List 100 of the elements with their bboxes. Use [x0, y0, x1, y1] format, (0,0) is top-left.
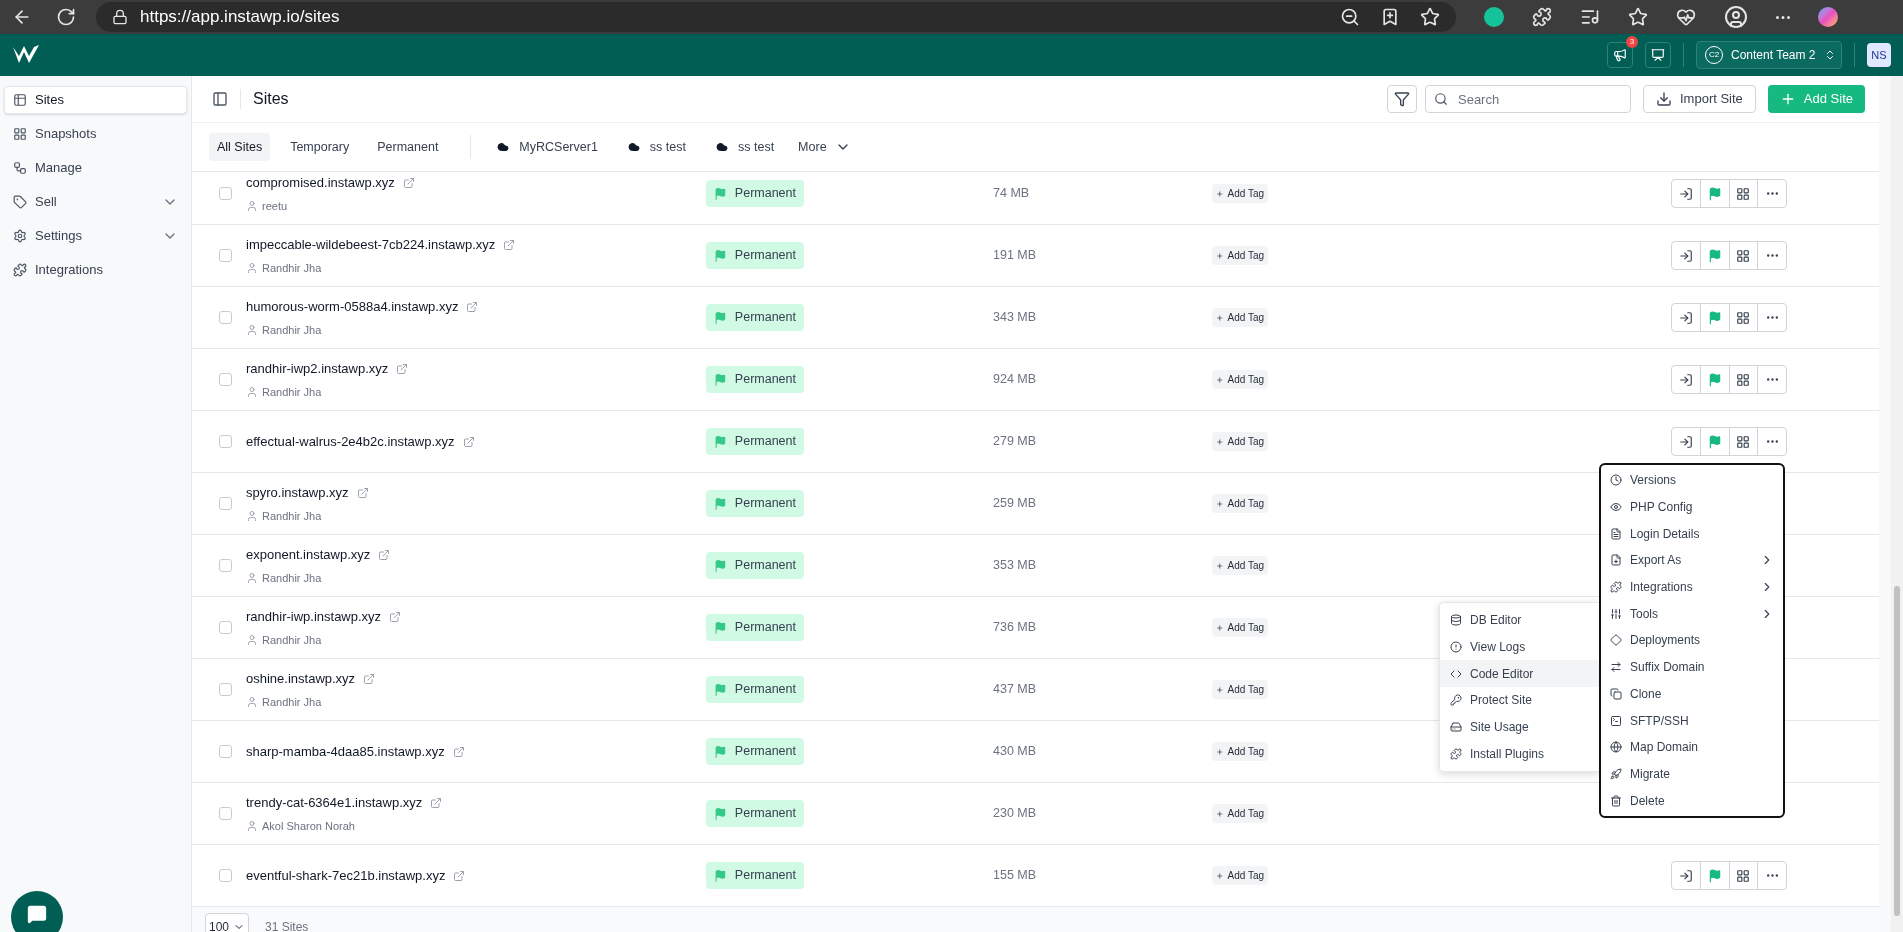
menu-item[interactable]: Login Details: [1601, 520, 1783, 548]
external-link-icon[interactable]: [462, 435, 475, 448]
add-tag-button[interactable]: Add Tag: [1212, 308, 1268, 327]
menu-item[interactable]: Deployments: [1601, 627, 1783, 654]
puzzle-icon[interactable]: [1532, 7, 1552, 27]
filter-tab[interactable]: Permanent: [369, 133, 447, 161]
submenu-item[interactable]: Code Editor: [1440, 660, 1600, 688]
submenu-item[interactable]: Site Usage: [1440, 713, 1600, 741]
row-checkbox[interactable]: [219, 621, 232, 634]
submenu-item[interactable]: Protect Site: [1440, 687, 1600, 714]
add-tag-button[interactable]: Add Tag: [1212, 370, 1268, 389]
playlist-icon[interactable]: [1580, 7, 1600, 27]
submenu-item[interactable]: Install Plugins: [1440, 740, 1600, 768]
site-link[interactable]: sharp-mamba-4daa85.instawp.xyz: [246, 741, 445, 762]
site-link[interactable]: oshine.instawp.xyz: [246, 669, 356, 689]
filter-tab[interactable]: All Sites: [209, 133, 271, 161]
submenu-item[interactable]: View Logs: [1440, 633, 1600, 661]
sidebar-item[interactable]: Snapshots: [4, 120, 187, 148]
add-tag-button[interactable]: Add Tag: [1212, 246, 1268, 265]
add-tag-button[interactable]: Add Tag: [1212, 804, 1268, 823]
external-link-icon[interactable]: [453, 869, 466, 882]
filter-tab[interactable]: ss test: [706, 133, 783, 161]
row-checkbox[interactable]: [219, 435, 232, 448]
external-link-icon[interactable]: [378, 548, 391, 561]
menu-item[interactable]: Suffix Domain: [1601, 653, 1783, 681]
row-checkbox[interactable]: [219, 311, 232, 324]
row-checkbox[interactable]: [219, 683, 232, 696]
row-checkbox[interactable]: [219, 869, 232, 882]
assistant-icon[interactable]: [1818, 7, 1838, 27]
user-avatar[interactable]: NS: [1867, 43, 1891, 67]
row-checkbox[interactable]: [219, 559, 232, 572]
site-link[interactable]: humorous-worm-0588a4.instawp.xyz: [246, 297, 459, 317]
add-tag-button[interactable]: Add Tag: [1212, 556, 1268, 575]
external-link-icon[interactable]: [396, 362, 409, 375]
submenu-item[interactable]: DB Editor: [1440, 607, 1600, 634]
external-link-icon[interactable]: [356, 486, 369, 499]
site-link[interactable]: exponent.instawp.xyz: [246, 545, 371, 565]
filter-tab[interactable]: Temporary: [282, 133, 358, 161]
search-field[interactable]: Search: [1425, 85, 1631, 113]
site-link[interactable]: impeccable-wildebeest-7cb224.instawp.xyz: [246, 235, 496, 255]
menu-item[interactable]: Versions: [1601, 467, 1783, 494]
row-checkbox[interactable]: [219, 249, 232, 262]
heart-pulse-icon[interactable]: [1676, 7, 1696, 27]
external-link-icon[interactable]: [363, 672, 376, 685]
sidebar-item[interactable]: Settings: [4, 222, 187, 250]
external-link-icon[interactable]: [402, 176, 415, 189]
more-icon[interactable]: [1776, 15, 1790, 19]
filter-button[interactable]: [1387, 85, 1417, 113]
filter-tab[interactable]: MyRCServer1: [487, 133, 606, 161]
external-link-icon[interactable]: [466, 300, 479, 313]
site-link[interactable]: randhir-iwp.instawp.xyz: [246, 607, 382, 627]
sidebar-item[interactable]: Sell: [4, 188, 187, 216]
menu-item[interactable]: SFTP/SSH: [1601, 707, 1783, 734]
row-checkbox[interactable]: [219, 497, 232, 510]
profile-icon[interactable]: [1724, 5, 1748, 29]
menu-item[interactable]: Clone: [1601, 680, 1783, 708]
site-link[interactable]: compromised.instawp.xyz: [246, 173, 395, 193]
add-tag-button[interactable]: Add Tag: [1212, 742, 1268, 761]
sidebar-item[interactable]: Sites: [4, 86, 187, 114]
site-link[interactable]: trendy-cat-6364e1.instawp.xyz: [246, 793, 423, 813]
row-checkbox[interactable]: [219, 807, 232, 820]
menu-item[interactable]: Tools: [1601, 600, 1783, 628]
scrollbar-thumb[interactable]: [1894, 586, 1900, 916]
add-tag-button[interactable]: Add Tag: [1212, 432, 1268, 451]
site-link[interactable]: randhir-iwp2.instawp.xyz: [246, 359, 389, 379]
row-checkbox[interactable]: [219, 373, 232, 386]
site-link[interactable]: eventful-shark-7ec21b.instawp.xyz: [246, 865, 446, 886]
page-size-select[interactable]: 100: [205, 913, 249, 932]
sidebar-item[interactable]: Integrations: [4, 256, 187, 284]
add-tag-button[interactable]: Add Tag: [1212, 618, 1268, 637]
add-tag-button[interactable]: Add Tag: [1212, 494, 1268, 513]
external-link-icon[interactable]: [452, 745, 465, 758]
row-checkbox[interactable]: [219, 745, 232, 758]
menu-item[interactable]: PHP Config: [1601, 493, 1783, 521]
external-link-icon[interactable]: [503, 238, 516, 251]
menu-item[interactable]: Migrate: [1601, 760, 1783, 788]
zoom-out-icon[interactable]: [1340, 7, 1360, 27]
address-bar[interactable]: https://app.instawp.io/sites: [96, 2, 1456, 32]
menu-item[interactable]: Delete: [1601, 787, 1783, 814]
star-icon[interactable]: [1420, 7, 1440, 27]
external-link-icon[interactable]: [389, 610, 402, 623]
sidebar-toggle-icon[interactable]: [212, 91, 228, 107]
add-tag-button[interactable]: Add Tag: [1212, 680, 1268, 699]
menu-item[interactable]: Map Domain: [1601, 733, 1783, 761]
external-link-icon[interactable]: [430, 796, 443, 809]
favorites-icon[interactable]: [1628, 7, 1648, 27]
filter-tab[interactable]: ss test: [617, 133, 694, 161]
extension-icon[interactable]: [1484, 7, 1504, 27]
chat-button[interactable]: [11, 891, 63, 932]
more-tab[interactable]: More: [794, 133, 855, 161]
menu-item[interactable]: Export As: [1601, 547, 1783, 574]
menu-item[interactable]: Integrations: [1601, 573, 1783, 601]
sidebar-item[interactable]: Manage: [4, 154, 187, 182]
site-link[interactable]: effectual-walrus-2e4b2c.instawp.xyz: [246, 431, 455, 452]
add-tag-button[interactable]: Add Tag: [1212, 866, 1268, 885]
team-selector[interactable]: C2 Content Team 2: [1696, 41, 1842, 69]
import-site-button[interactable]: Import Site: [1643, 85, 1756, 113]
row-checkbox[interactable]: [219, 187, 232, 200]
feedback-button[interactable]: [1645, 42, 1671, 68]
add-tag-button[interactable]: Add Tag: [1212, 184, 1268, 203]
